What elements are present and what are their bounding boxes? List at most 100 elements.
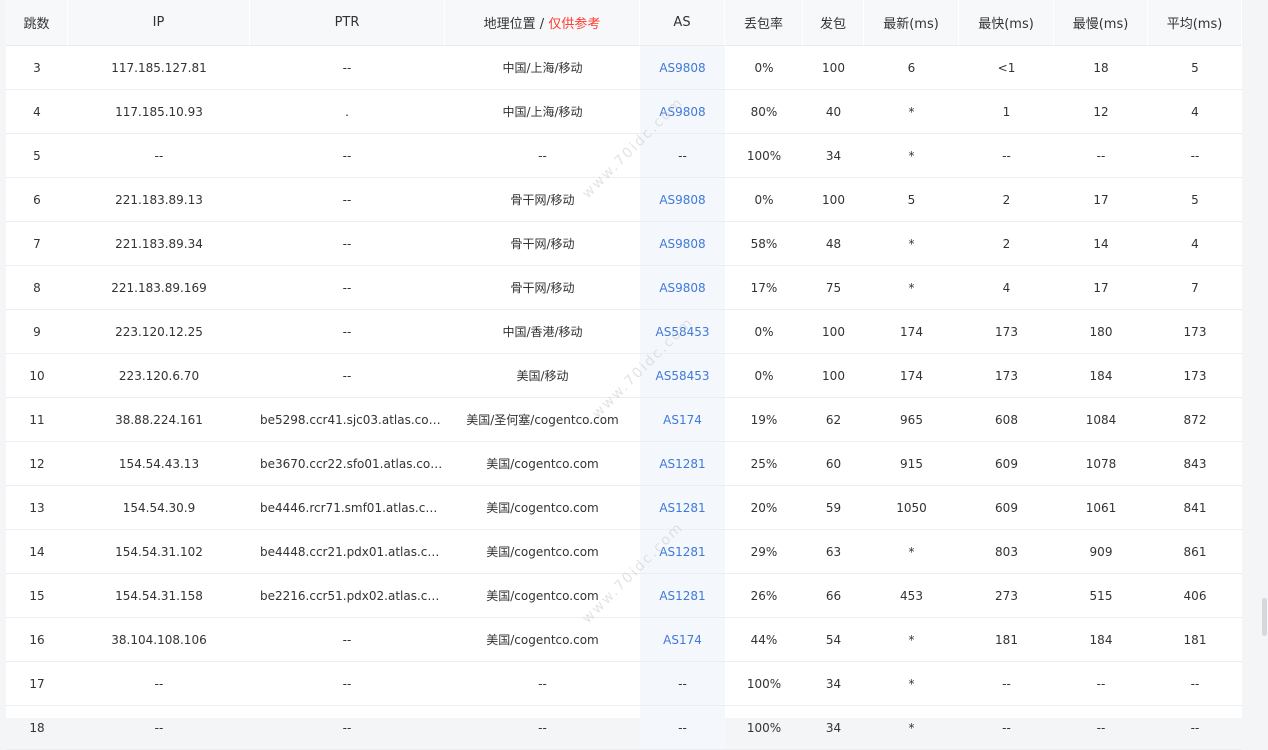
header-loss[interactable]: 丢包率 [725, 0, 803, 46]
cell-hop: 12 [6, 442, 68, 486]
table-row: 6 221.183.89.13 -- 骨干网/移动 AS9808 0% 100 5 2 17 5 [6, 178, 1242, 222]
cell-ip: 154.54.31.102 [68, 530, 250, 574]
header-last[interactable]: 最新(ms) [864, 0, 959, 46]
cell-avg: 173 [1148, 354, 1242, 398]
cell-ip: 154.54.31.158 [68, 574, 250, 618]
cell-loss: 0% [725, 178, 803, 222]
as-link[interactable]: AS9808 [659, 281, 705, 295]
cell-last: * [864, 662, 959, 706]
header-ip[interactable]: IP [68, 0, 250, 46]
cell-best: 608 [959, 398, 1054, 442]
cell-ip: 117.185.10.93 [68, 90, 250, 134]
table-header-row: 跳数 IP PTR 地理位置 / 仅供参考 AS 丢包率 发包 最新(ms) 最… [6, 0, 1242, 46]
cell-ptr: be4448.ccr21.pdx01.atlas.cog... [250, 530, 445, 574]
cell-loss: 100% [725, 134, 803, 178]
header-best[interactable]: 最快(ms) [959, 0, 1054, 46]
cell-loss: 17% [725, 266, 803, 310]
cell-geo: 美国/cogentco.com [445, 486, 640, 530]
cell-best: -- [959, 662, 1054, 706]
header-worst[interactable]: 最慢(ms) [1054, 0, 1148, 46]
cell-hop: 8 [6, 266, 68, 310]
header-hop[interactable]: 跳数 [6, 0, 68, 46]
cell-best: 2 [959, 178, 1054, 222]
cell-avg: 181 [1148, 618, 1242, 662]
cell-sent: 100 [803, 46, 864, 90]
as-link[interactable]: AS1281 [659, 589, 705, 603]
cell-avg: 861 [1148, 530, 1242, 574]
cell-last: 5 [864, 178, 959, 222]
cell-worst: 1078 [1054, 442, 1148, 486]
cell-ip: 221.183.89.13 [68, 178, 250, 222]
header-ptr[interactable]: PTR [250, 0, 445, 46]
table-row: 9 223.120.12.25 -- 中国/香港/移动 AS58453 0% 100 174 1… [6, 310, 1242, 354]
header-as[interactable]: AS [640, 0, 725, 46]
as-link[interactable]: AS1281 [659, 457, 705, 471]
as-link[interactable]: AS174 [663, 413, 702, 427]
cell-geo: 美国/cogentco.com [445, 530, 640, 574]
cell-ptr: -- [250, 222, 445, 266]
table-row: 4 117.185.10.93. 中国/上海/移动 AS9808 80% 40 * 1 12 4 [6, 90, 1242, 134]
cell-as: AS1281 [640, 574, 725, 618]
cell-best: 4 [959, 266, 1054, 310]
cell-last: * [864, 706, 959, 750]
cell-sent: 40 [803, 90, 864, 134]
cell-loss: 19% [725, 398, 803, 442]
as-link[interactable]: AS9808 [659, 105, 705, 119]
as-empty: -- [678, 148, 687, 163]
header-geo[interactable]: 地理位置 / 仅供参考 [445, 0, 640, 46]
cell-loss: 20% [725, 486, 803, 530]
cell-avg: 4 [1148, 90, 1242, 134]
cell-best: 609 [959, 442, 1054, 486]
cell-as: AS9808 [640, 178, 725, 222]
cell-sent: 63 [803, 530, 864, 574]
cell-as: AS1281 [640, 442, 725, 486]
cell-best: 173 [959, 310, 1054, 354]
cell-sent: 34 [803, 662, 864, 706]
cell-ptr: be5298.ccr41.sjc03.atlas.coge... [250, 398, 445, 442]
as-link[interactable]: AS9808 [659, 61, 705, 75]
cell-worst: 515 [1054, 574, 1148, 618]
traceroute-table: 跳数 IP PTR 地理位置 / 仅供参考 AS 丢包率 发包 最新(ms) 最… [6, 0, 1242, 750]
cell-geo: 美国/cogentco.com [445, 618, 640, 662]
cell-loss: 44% [725, 618, 803, 662]
cell-loss: 25% [725, 442, 803, 486]
as-link[interactable]: AS58453 [656, 369, 710, 383]
cell-ptr: -- [250, 178, 445, 222]
traceroute-table-panel: 跳数 IP PTR 地理位置 / 仅供参考 AS 丢包率 发包 最新(ms) 最… [6, 0, 1242, 750]
cell-ptr: be3670.ccr22.sfo01.atlas.coge... [250, 442, 445, 486]
cell-ip: 221.183.89.169 [68, 266, 250, 310]
header-avg[interactable]: 平均(ms) [1148, 0, 1242, 46]
cell-ip: 223.120.6.70 [68, 354, 250, 398]
vertical-scrollbar-thumb[interactable] [1262, 598, 1267, 636]
cell-sent: 34 [803, 134, 864, 178]
as-link[interactable]: AS58453 [656, 325, 710, 339]
cell-hop: 18 [6, 706, 68, 750]
as-link[interactable]: AS1281 [659, 545, 705, 559]
cell-worst: 17 [1054, 178, 1148, 222]
as-link[interactable]: AS9808 [659, 193, 705, 207]
cell-geo: 中国/上海/移动 [445, 90, 640, 134]
as-link[interactable]: AS9808 [659, 237, 705, 251]
cell-ptr: -- [250, 310, 445, 354]
cell-best: 2 [959, 222, 1054, 266]
cell-hop: 4 [6, 90, 68, 134]
cell-ip: 223.120.12.25 [68, 310, 250, 354]
table-row: 7 221.183.89.34 -- 骨干网/移动 AS9808 58% 48 * 2 14 4 [6, 222, 1242, 266]
cell-sent: 75 [803, 266, 864, 310]
cell-hop: 6 [6, 178, 68, 222]
cell-worst: -- [1054, 134, 1148, 178]
cell-last: 453 [864, 574, 959, 618]
table-row: 18 -- -- -- -- 100% 34 * -- -- -- [6, 706, 1242, 750]
cell-geo: 骨干网/移动 [445, 222, 640, 266]
cell-ptr: be4446.rcr71.smf01.atlas.cog... [250, 486, 445, 530]
cell-hop: 16 [6, 618, 68, 662]
as-link[interactable]: AS1281 [659, 501, 705, 515]
header-geo-label: 地理位置 [483, 17, 536, 32]
cell-sent: 59 [803, 486, 864, 530]
cell-avg: -- [1148, 662, 1242, 706]
table-row: 14 154.54.31.102 be4448.ccr21.pdx01.atlas.… [6, 530, 1242, 574]
as-link[interactable]: AS174 [663, 633, 702, 647]
cell-avg: 406 [1148, 574, 1242, 618]
header-sent[interactable]: 发包 [803, 0, 864, 46]
cell-ptr: -- [250, 662, 445, 706]
